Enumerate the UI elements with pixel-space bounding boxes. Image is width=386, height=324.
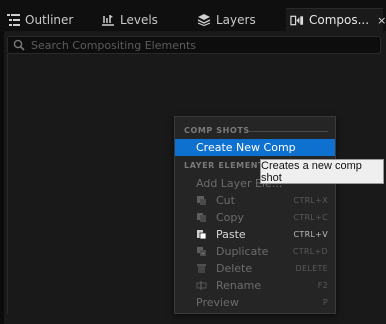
copy-icon <box>196 212 207 223</box>
shortcut-text: CTRL+C <box>293 213 328 222</box>
menu-item-label: Cut <box>216 194 235 207</box>
tab-label: Outliner <box>25 12 74 27</box>
tab-levels[interactable]: Levels <box>101 8 189 31</box>
levels-icon <box>101 13 115 27</box>
menu-item-label: Rename <box>216 279 262 292</box>
cut-icon <box>196 195 207 206</box>
tree-view-edge <box>7 54 8 314</box>
composite-icon <box>290 13 304 27</box>
search-box[interactable] <box>7 36 381 54</box>
shortcut-text: CTRL+V <box>293 230 328 239</box>
context-menu: COMP SHOTS Create New Comp LAYER ELEMENT… <box>174 116 336 314</box>
section-header-layer-elements: LAYER ELEMENTS <box>184 161 271 170</box>
tab-layers[interactable]: Layers <box>197 8 283 31</box>
menu-item-rename[interactable]: Rename F2 <box>175 277 335 294</box>
menu-item-label: Paste <box>216 228 246 241</box>
menu-item-label: Copy <box>216 211 244 224</box>
list-icon <box>6 13 20 27</box>
layers-icon <box>197 13 211 27</box>
tab-outliner[interactable]: Outliner <box>6 8 92 31</box>
shortcut-text: P <box>322 298 328 307</box>
tab-compositing[interactable]: Compos... × <box>286 8 386 31</box>
menu-item-label: Preview <box>196 296 239 309</box>
tooltip: Creates a new comp shot <box>260 159 384 184</box>
tab-label: Compos... <box>309 13 370 27</box>
duplicate-icon <box>196 246 207 257</box>
tab-label: Levels <box>120 12 158 27</box>
menu-item-label: Delete <box>216 262 253 275</box>
menu-item-delete[interactable]: Delete DELETE <box>175 260 335 277</box>
shortcut-text: CTRL+D <box>292 247 328 256</box>
search-icon <box>13 38 27 52</box>
menu-item-label: Duplicate <box>216 245 269 258</box>
delete-icon <box>196 263 207 274</box>
menu-item-cut[interactable]: Cut CTRL+X <box>175 192 335 209</box>
menu-item-duplicate[interactable]: Duplicate CTRL+D <box>175 243 335 260</box>
menu-item-label: Create New Comp <box>196 141 296 154</box>
tab-label: Layers <box>216 12 256 27</box>
paste-icon <box>196 229 207 240</box>
menu-item-copy[interactable]: Copy CTRL+C <box>175 209 335 226</box>
search-input[interactable] <box>31 38 351 52</box>
menu-item-create-new-comp[interactable]: Create New Comp <box>175 139 335 156</box>
section-header-comp-shots: COMP SHOTS <box>184 126 250 135</box>
menu-item-paste[interactable]: Paste CTRL+V <box>175 226 335 243</box>
divider <box>249 131 328 132</box>
shortcut-text: F2 <box>317 281 328 290</box>
shortcut-text: CTRL+X <box>293 196 328 205</box>
close-icon[interactable]: × <box>377 14 386 27</box>
menu-item-preview[interactable]: Preview P <box>175 294 335 311</box>
rename-icon <box>196 280 207 291</box>
shortcut-text: DELETE <box>295 264 328 273</box>
tab-bar: Outliner Levels Layers Compos... × <box>0 0 386 31</box>
